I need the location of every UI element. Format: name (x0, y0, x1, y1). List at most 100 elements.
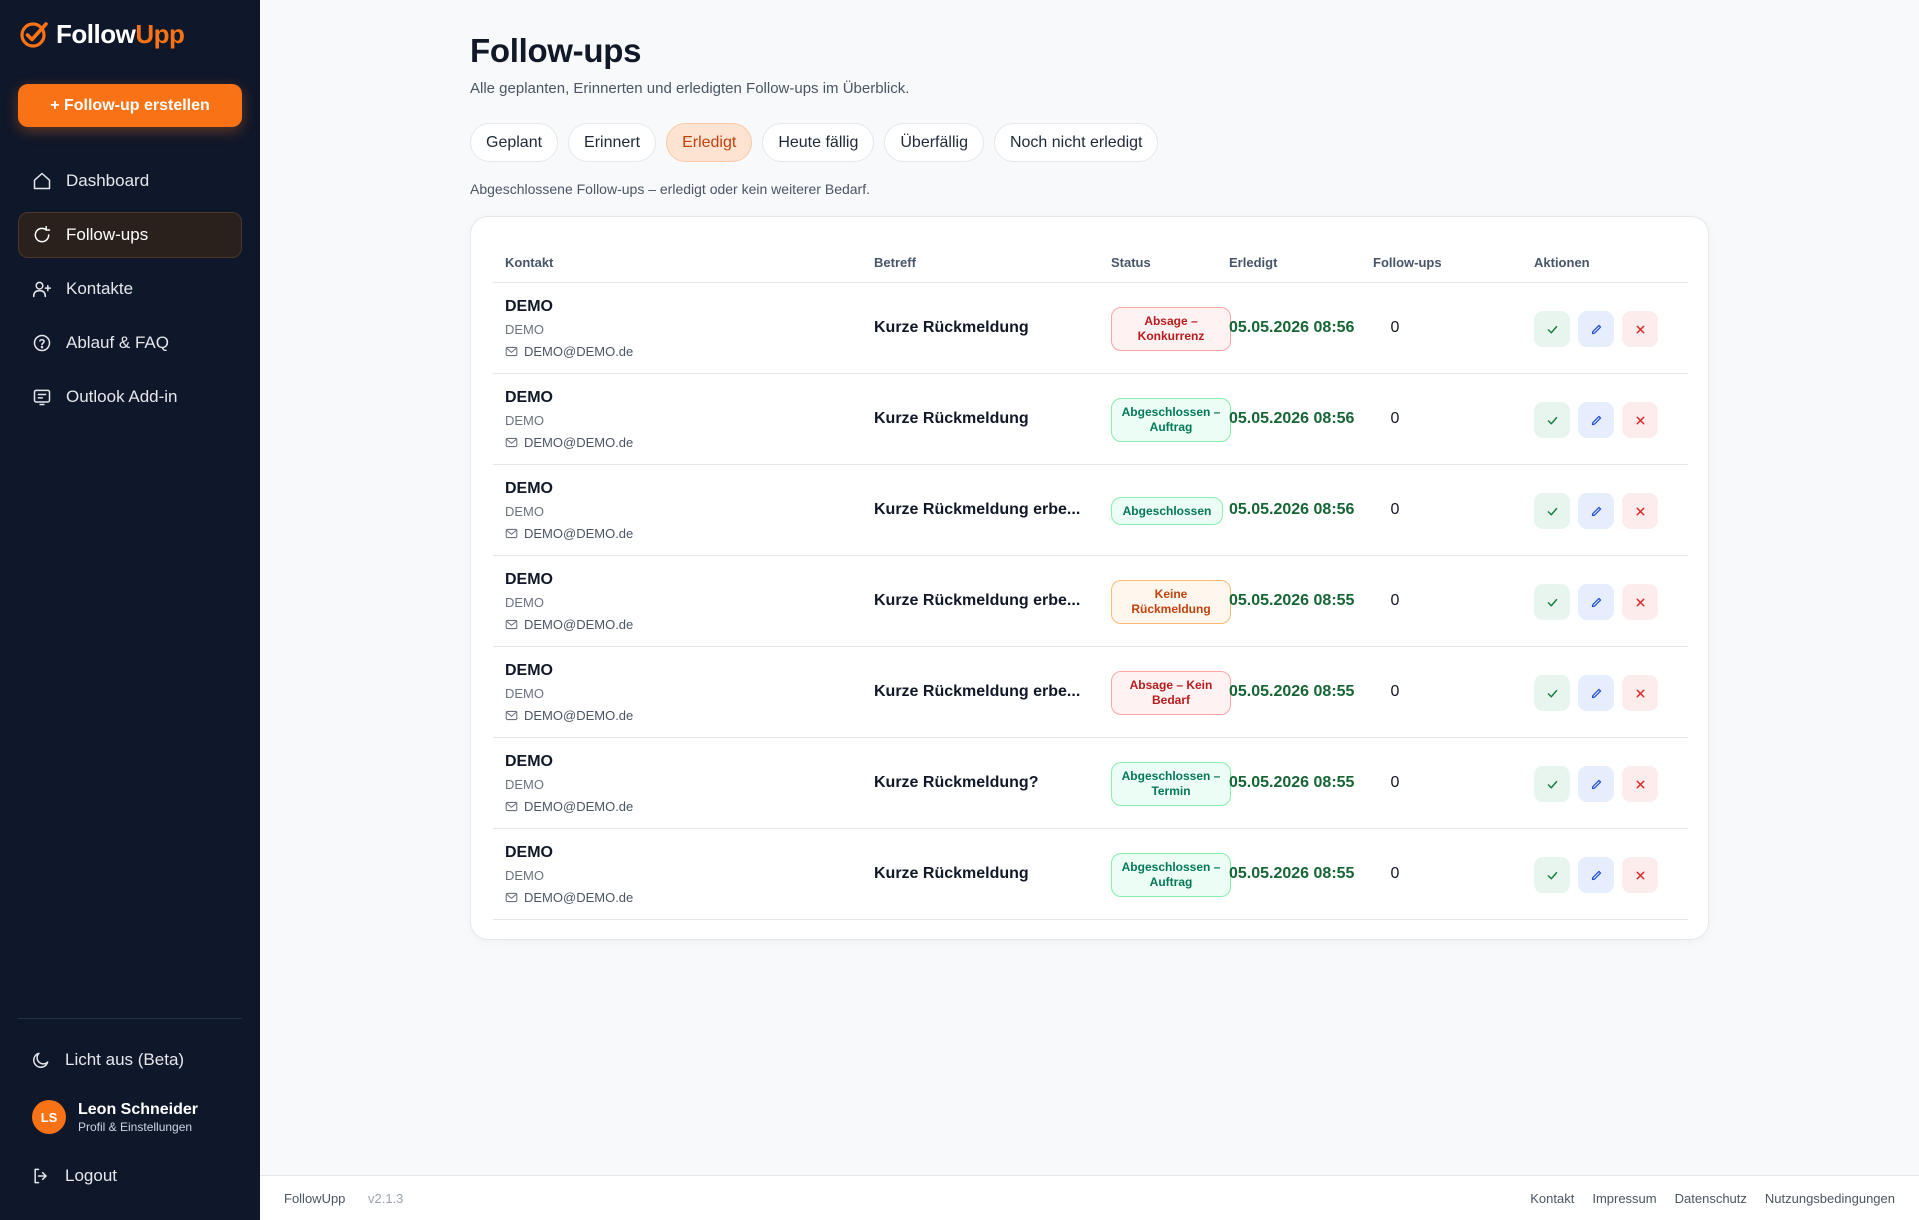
delete-button[interactable] (1622, 311, 1658, 347)
completed-date: 05.05.2026 08:56 (1229, 319, 1355, 336)
logout-label: Logout (65, 1166, 117, 1185)
delete-button[interactable] (1622, 402, 1658, 438)
table-row[interactable]: DEMO DEMO DEMO@DEMO.de Kurze Rückmeldung er… (493, 647, 1688, 738)
mail-icon (505, 892, 518, 903)
mark-done-button[interactable] (1534, 311, 1570, 347)
tab-noch-nicht-erledigt[interactable]: Noch nicht erledigt (993, 123, 1159, 162)
table-row[interactable]: DEMO DEMO DEMO@DEMO.de Kurze Rückmeldung er… (493, 556, 1688, 647)
completed-date: 05.05.2026 08:56 (1229, 501, 1355, 518)
table-row[interactable]: DEMO DEMO DEMO@DEMO.de Kurze Rückmeldung er… (493, 465, 1688, 556)
footer-link-kontakt[interactable]: Kontakt (1530, 1191, 1574, 1206)
contact-company: DEMO (505, 322, 544, 337)
tab-heute-faellig[interactable]: Heute fällig (762, 123, 875, 162)
status-badge: Abgeschlossen – Auftrag (1111, 853, 1231, 897)
subject: Kurze Rückmeldung? (874, 774, 1039, 791)
check-icon (1547, 507, 1557, 515)
tab-erinnert[interactable]: Erinnert (568, 123, 657, 162)
contact-name: DEMO (505, 298, 553, 315)
mark-done-button[interactable] (1534, 493, 1570, 529)
sidebar-item-faq[interactable]: Ablauf & FAQ (18, 320, 242, 366)
subject: Kurze Rückmeldung (874, 319, 1029, 336)
brand-name-part2: Upp (135, 18, 185, 49)
delete-button[interactable] (1622, 675, 1658, 711)
tab-erledigt[interactable]: Erledigt (666, 123, 753, 162)
mark-done-button[interactable] (1534, 857, 1570, 893)
brand-name-part1: Follow (56, 18, 136, 49)
follow-up-count: 0 (1390, 683, 1400, 700)
tab-geplant[interactable]: Geplant (470, 123, 559, 162)
contact-email: DEMO@DEMO.de (505, 617, 633, 632)
delete-button[interactable] (1622, 766, 1658, 802)
contact-company: DEMO (505, 595, 544, 610)
pencil-icon (1591, 324, 1601, 334)
edit-button[interactable] (1578, 675, 1614, 711)
footer-link-nutzungsbedingungen[interactable]: Nutzungsbedingungen (1765, 1191, 1895, 1206)
footer-link-impressum[interactable]: Impressum (1592, 1191, 1656, 1206)
check-icon (1547, 689, 1557, 697)
contact-email: DEMO@DEMO.de (505, 344, 633, 359)
mark-done-button[interactable] (1534, 766, 1570, 802)
theme-toggle[interactable]: Licht aus (Beta) (18, 1040, 242, 1080)
row-actions (1534, 311, 1658, 347)
contact-company: DEMO (505, 413, 544, 428)
follow-up-count: 0 (1390, 865, 1400, 882)
sidebar-item-follow-ups[interactable]: Follow-ups (18, 212, 242, 258)
footer-brand: FollowUpp (284, 1191, 346, 1206)
row-actions (1534, 402, 1658, 438)
page-subtitle: Alle geplanten, Erinnerten und erledigte… (470, 80, 910, 97)
status-tabs: Geplant Erinnert Erledigt Heute fällig Ü… (470, 123, 1159, 162)
delete-button[interactable] (1622, 584, 1658, 620)
completed-date: 05.05.2026 08:55 (1229, 683, 1355, 700)
completed-date: 05.05.2026 08:55 (1229, 865, 1355, 882)
follow-up-count: 0 (1390, 319, 1400, 336)
create-follow-up-button[interactable]: + Follow-up erstellen (18, 84, 242, 127)
user-profile-link: Profil & Einstellungen (78, 1119, 193, 1134)
brand-logo[interactable]: Follow Upp (18, 18, 185, 50)
theme-toggle-label: Licht aus (Beta) (65, 1050, 185, 1069)
edit-button[interactable] (1578, 766, 1614, 802)
sidebar-item-label: Kontakte (66, 279, 134, 298)
sidebar-item-dashboard[interactable]: Dashboard (18, 158, 242, 204)
mark-done-button[interactable] (1534, 402, 1570, 438)
contact-name: DEMO (505, 662, 553, 679)
check-icon (1547, 780, 1557, 788)
edit-button[interactable] (1578, 402, 1614, 438)
column-header-follow-ups: Follow-ups (1373, 255, 1442, 270)
close-icon (1636, 507, 1644, 515)
delete-button[interactable] (1622, 493, 1658, 529)
close-icon (1636, 325, 1644, 333)
footer-links: Kontakt Impressum Datenschutz Nutzungsbe… (1530, 1191, 1895, 1206)
sidebar-divider (18, 1018, 242, 1019)
edit-button[interactable] (1578, 584, 1614, 620)
mail-icon (505, 346, 518, 357)
contact-name: DEMO (505, 480, 553, 497)
table-row[interactable]: DEMO DEMO DEMO@DEMO.de Kurze Rückmeldung Abs… (493, 283, 1688, 374)
follow-up-count: 0 (1390, 592, 1400, 609)
edit-button[interactable] (1578, 311, 1614, 347)
logout-button[interactable]: Logout (18, 1156, 242, 1196)
contact-email-text: DEMO@DEMO.de (524, 617, 634, 632)
logout-icon (34, 1168, 47, 1184)
mark-done-button[interactable] (1534, 675, 1570, 711)
contact-name: DEMO (505, 389, 553, 406)
sidebar-item-label: Follow-ups (66, 225, 149, 244)
pencil-icon (1591, 779, 1601, 789)
sidebar-item-outlook-addin[interactable]: Outlook Add-in (18, 374, 242, 420)
status-badge: Abgeschlossen (1111, 497, 1223, 525)
edit-button[interactable] (1578, 857, 1614, 893)
edit-button[interactable] (1578, 493, 1614, 529)
table-row[interactable]: DEMO DEMO DEMO@DEMO.de Kurze Rückmeldung Abg… (493, 829, 1688, 920)
status-badge: Absage – Kein Bedarf (1111, 671, 1231, 715)
delete-button[interactable] (1622, 857, 1658, 893)
main-content: Follow-ups Alle geplanten, Erinnerten un… (260, 0, 1919, 1175)
sidebar-item-contacts[interactable]: Kontakte (18, 266, 242, 312)
close-icon (1636, 780, 1644, 788)
mark-done-button[interactable] (1534, 584, 1570, 620)
sidebar-nav: Dashboard Follow-ups Kontakte Ablauf & F… (18, 158, 242, 428)
tab-ueberfaellig[interactable]: Überfällig (884, 123, 984, 162)
pencil-icon (1591, 870, 1601, 880)
user-profile[interactable]: LS Leon Schneider Profil & Einstellungen (32, 1100, 198, 1134)
table-row[interactable]: DEMO DEMO DEMO@DEMO.de Kurze Rückmeldung Abg… (493, 374, 1688, 465)
table-row[interactable]: DEMO DEMO DEMO@DEMO.de Kurze Rückmeldung? Ab… (493, 738, 1688, 829)
footer-link-datenschutz[interactable]: Datenschutz (1675, 1191, 1747, 1206)
